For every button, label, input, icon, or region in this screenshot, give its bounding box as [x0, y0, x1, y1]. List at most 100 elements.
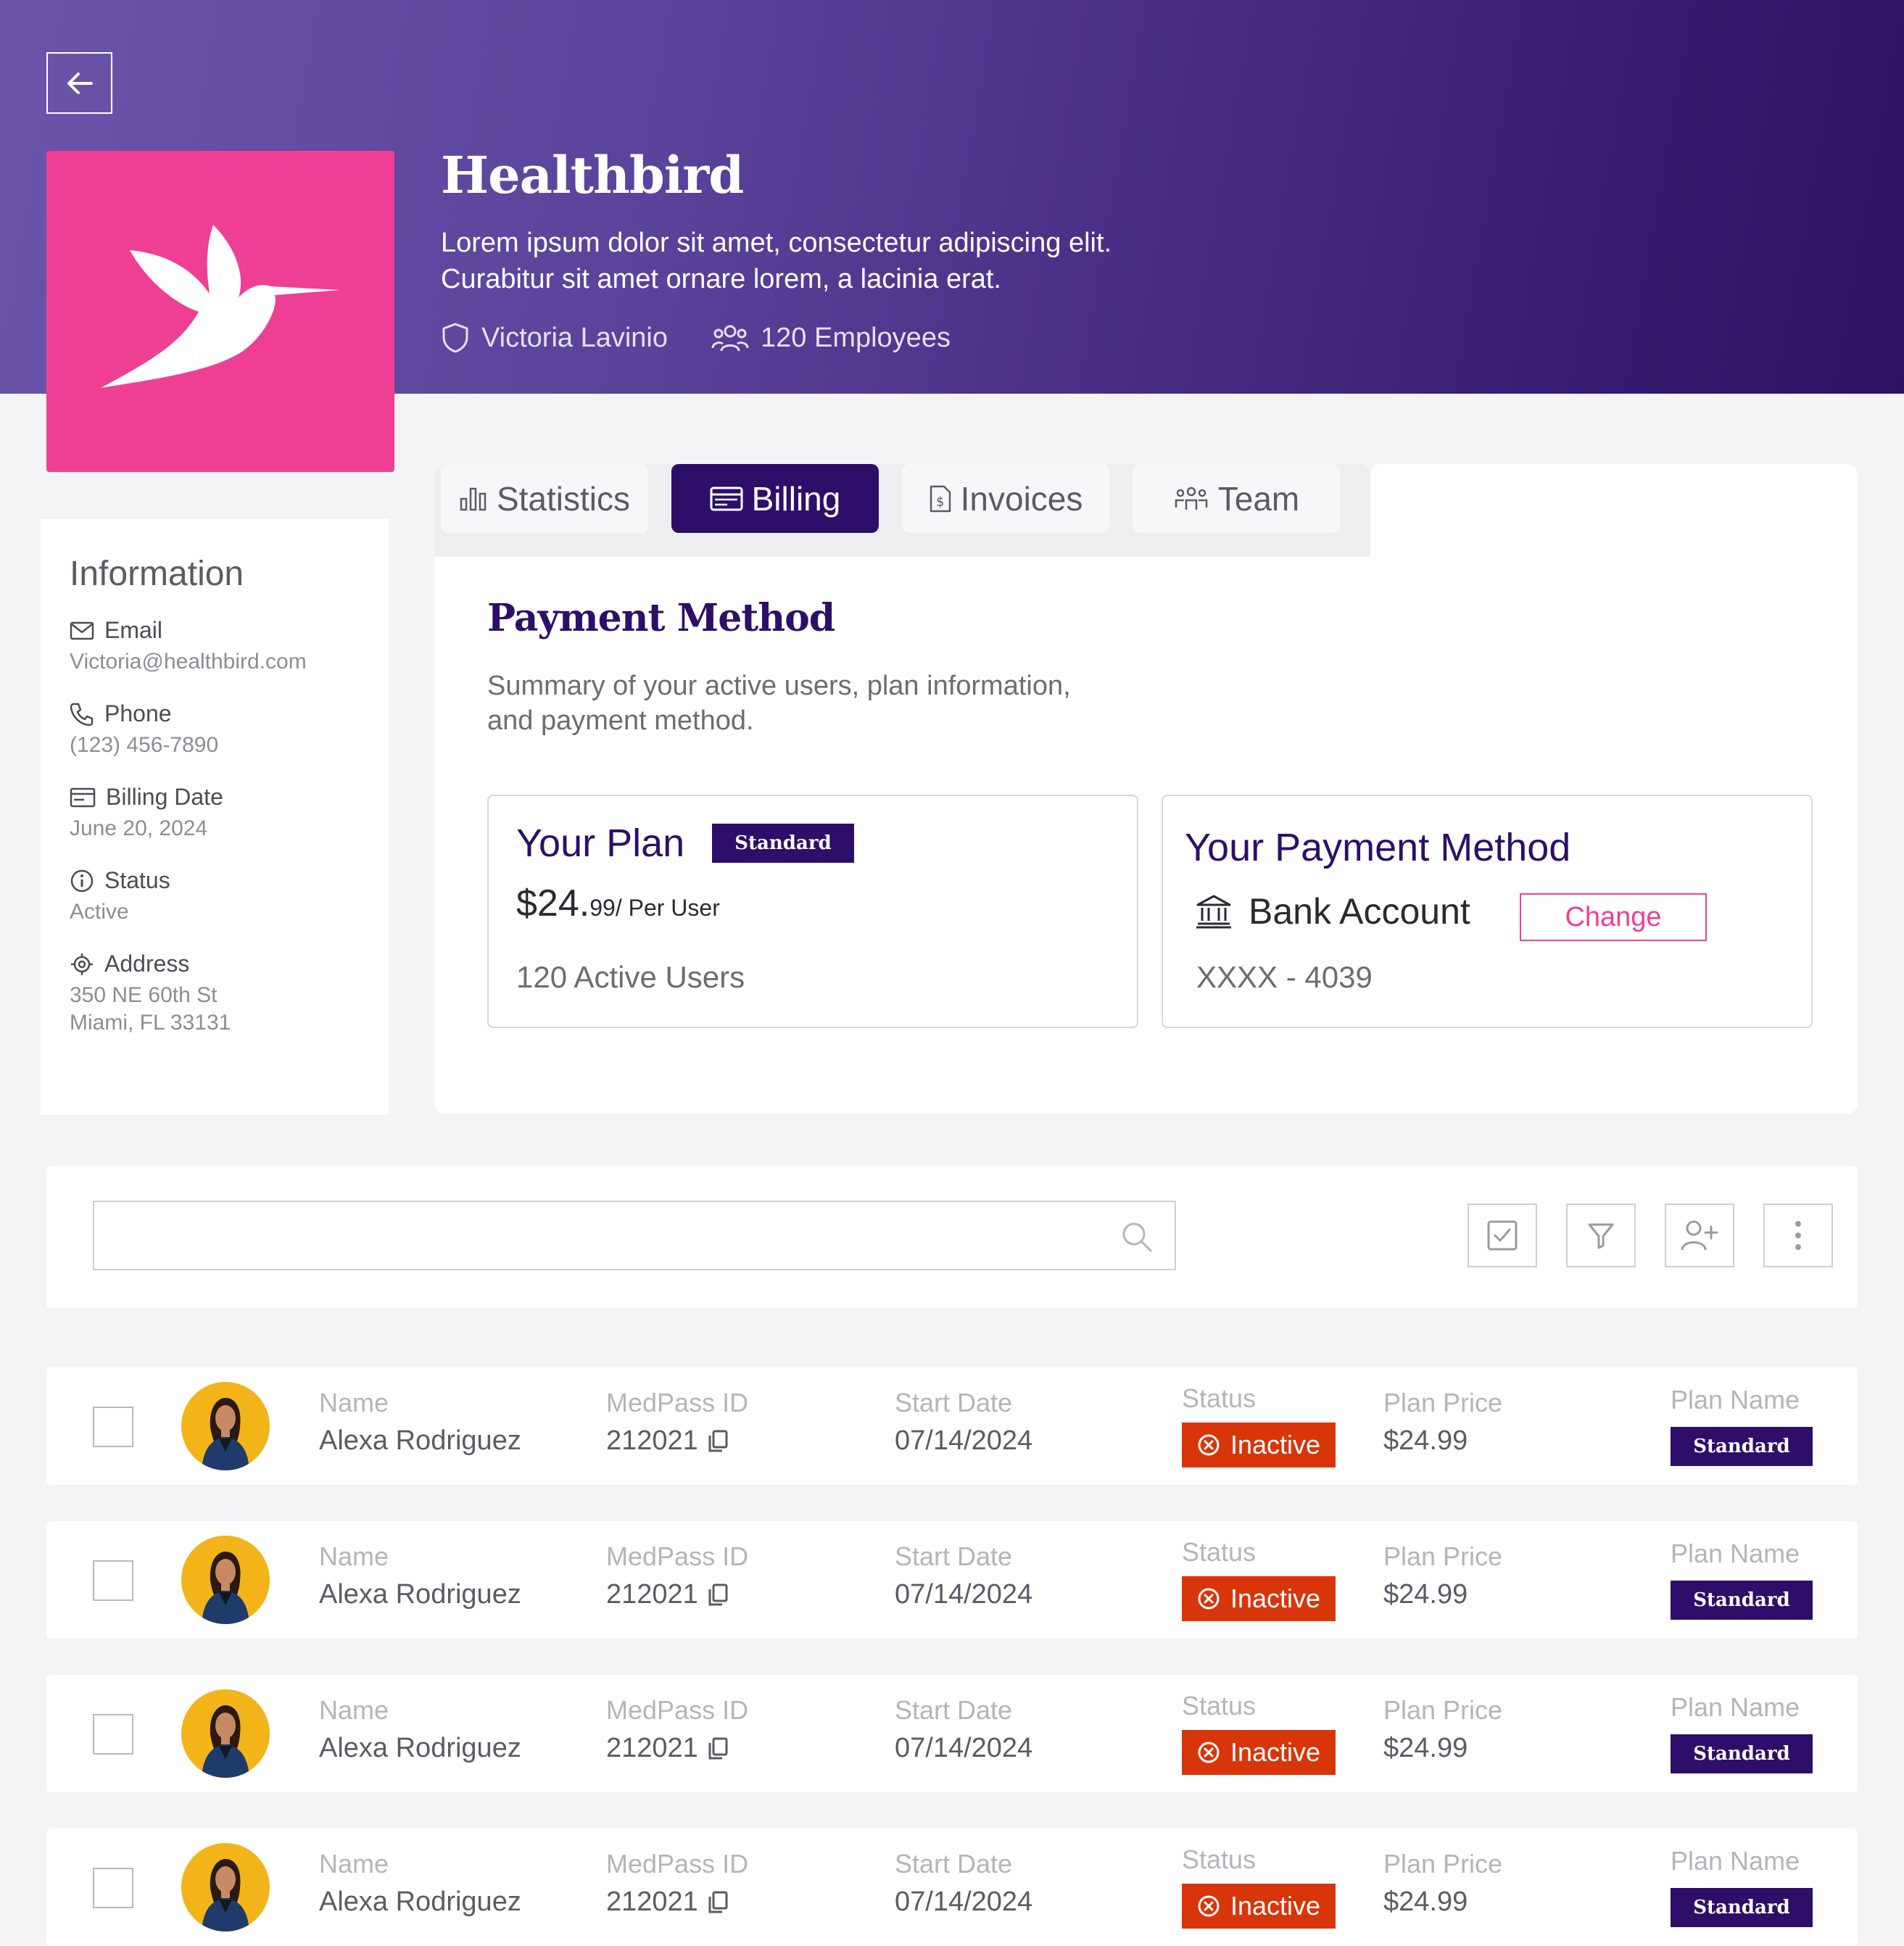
column-label: Plan Price	[1383, 1541, 1503, 1571]
svg-text:$: $	[936, 494, 944, 510]
copy-icon[interactable]	[707, 1891, 729, 1914]
column-label: Name	[319, 1695, 389, 1725]
filter-button[interactable]	[1566, 1204, 1636, 1267]
avatar	[181, 1536, 270, 1624]
company-name: Healthbird	[441, 145, 744, 205]
row-checkbox[interactable]	[93, 1868, 133, 1908]
price-cell: Plan Price $24.99	[1383, 1541, 1502, 1610]
column-label: MedPass ID	[606, 1695, 749, 1725]
price-cell: Plan Price $24.99	[1383, 1695, 1502, 1764]
owner-info: Victoria Lavinio	[441, 322, 668, 354]
x-circle-icon	[1198, 1742, 1220, 1763]
avatar	[181, 1843, 270, 1931]
info-email: Email Victoria@healthbird.com	[70, 617, 360, 676]
table-row[interactable]: Name Alexa Rodriguez MedPass ID 212021 S…	[46, 1675, 1858, 1792]
bank-account-row: Bank Account	[1195, 890, 1470, 932]
name-cell: Name Alexa Rodriguez	[319, 1388, 521, 1457]
invoice-icon: $	[930, 485, 951, 512]
company-logo	[46, 151, 394, 472]
address-value: 350 NE 60th St Miami, FL 33131	[70, 982, 360, 1037]
info-icon	[70, 869, 94, 892]
information-card: Information Email Victoria@healthbird.co…	[41, 519, 389, 1115]
copy-icon[interactable]	[707, 1583, 729, 1607]
avatar-person-icon	[202, 1705, 249, 1778]
table-row[interactable]: Name Alexa Rodriguez MedPass ID 212021 S…	[46, 1367, 1858, 1485]
medpass-id: 212021	[606, 1887, 698, 1917]
change-payment-button[interactable]: Change	[1520, 893, 1707, 941]
column-label: Plan Name	[1671, 1385, 1800, 1415]
column-label: Status	[1182, 1691, 1257, 1721]
tab-team[interactable]: Team	[1133, 464, 1340, 533]
active-users: 120 Active Users	[516, 960, 745, 994]
plan-price: $24.99/ Per User	[516, 882, 720, 925]
start-date-value: 07/14/2024	[895, 1887, 1033, 1917]
description-line: Curabitur sit amet ornare lorem, a lacin…	[441, 264, 1001, 294]
name-value: Alexa Rodriguez	[319, 1425, 521, 1456]
column-label: Plan Name	[1671, 1539, 1800, 1568]
column-label: Plan Price	[1383, 1849, 1503, 1879]
copy-icon[interactable]	[707, 1430, 729, 1453]
add-user-button[interactable]	[1665, 1204, 1734, 1267]
copy-icon[interactable]	[707, 1737, 729, 1760]
plan-name-badge: Standard	[1671, 1427, 1813, 1466]
price-cents: 99	[589, 895, 616, 921]
row-checkbox[interactable]	[93, 1407, 133, 1447]
hummingbird-icon	[101, 224, 340, 388]
status-text: Inactive	[1230, 1891, 1321, 1921]
table-row[interactable]: Name Alexa Rodriguez MedPass ID 212021 S…	[46, 1521, 1858, 1639]
search-icon[interactable]	[1121, 1221, 1153, 1253]
account-number: XXXX - 4039	[1196, 960, 1373, 994]
x-circle-icon	[1198, 1895, 1220, 1917]
status-text: Inactive	[1230, 1430, 1321, 1460]
start-date-cell: Start Date 07/14/2024	[895, 1388, 1032, 1457]
row-checkbox[interactable]	[93, 1560, 133, 1601]
column-label: Status	[1182, 1537, 1257, 1567]
medpass-value: 212021	[606, 1579, 748, 1610]
row-checkbox[interactable]	[93, 1714, 133, 1755]
medpass-id: 212021	[606, 1733, 698, 1763]
info-label-text: Billing Date	[106, 784, 223, 810]
status-badge: Inactive	[1182, 1576, 1336, 1621]
plan-name-badge: Standard	[1671, 1888, 1813, 1927]
status-badge: Inactive	[1182, 1423, 1336, 1467]
x-circle-icon	[1198, 1434, 1220, 1456]
description-line: Lorem ipsum dolor sit amet, consectetur …	[441, 228, 1112, 258]
column-label: MedPass ID	[606, 1849, 749, 1879]
more-options-button[interactable]	[1763, 1204, 1833, 1267]
tab-label: Invoices	[960, 479, 1083, 518]
plan-name-badge: Standard	[1671, 1581, 1813, 1620]
mail-icon	[70, 621, 94, 639]
email-value[interactable]: Victoria@healthbird.com	[70, 648, 360, 676]
info-label: Phone	[70, 700, 360, 727]
column-label: Plan Name	[1671, 1846, 1800, 1876]
tab-label: Statistics	[496, 479, 631, 518]
select-all-button[interactable]	[1468, 1204, 1537, 1267]
status-value: Active	[70, 900, 129, 924]
info-phone: Phone (123) 456-7890	[70, 700, 360, 759]
back-button[interactable]	[46, 52, 112, 114]
medpass-id: 212021	[606, 1579, 698, 1610]
tab-invoices[interactable]: $ Invoices	[902, 464, 1109, 533]
status-cell: Status Inactive	[1182, 1537, 1336, 1621]
address-line: 350 NE 60th St	[70, 983, 218, 1007]
tab-statistics[interactable]: Statistics	[441, 464, 648, 533]
table-row[interactable]: Name Alexa Rodriguez MedPass ID 212021 S…	[46, 1829, 1858, 1946]
start-date-value: 07/14/2024	[895, 1733, 1033, 1763]
team-icon	[1175, 486, 1207, 510]
medpass-value: 212021	[606, 1887, 748, 1918]
bank-icon	[1196, 895, 1231, 929]
plan-name-cell: Plan Name Standard	[1671, 1692, 1813, 1773]
search-input[interactable]	[93, 1201, 1176, 1270]
column-label: Name	[319, 1541, 389, 1571]
information-title: Information	[70, 555, 244, 593]
start-date-cell: Start Date 07/14/2024	[895, 1695, 1032, 1764]
phone-value: (123) 456-7890	[70, 733, 219, 757]
address-line: Miami, FL 33131	[70, 1011, 231, 1035]
phone-icon	[70, 703, 94, 726]
avatar	[181, 1689, 270, 1778]
name-cell: Name Alexa Rodriguez	[319, 1695, 521, 1764]
info-label-text: Email	[104, 617, 163, 643]
plan-badge: Standard	[712, 824, 854, 863]
start-date-value: 07/14/2024	[895, 1425, 1033, 1456]
tab-billing[interactable]: Billing	[671, 464, 879, 533]
